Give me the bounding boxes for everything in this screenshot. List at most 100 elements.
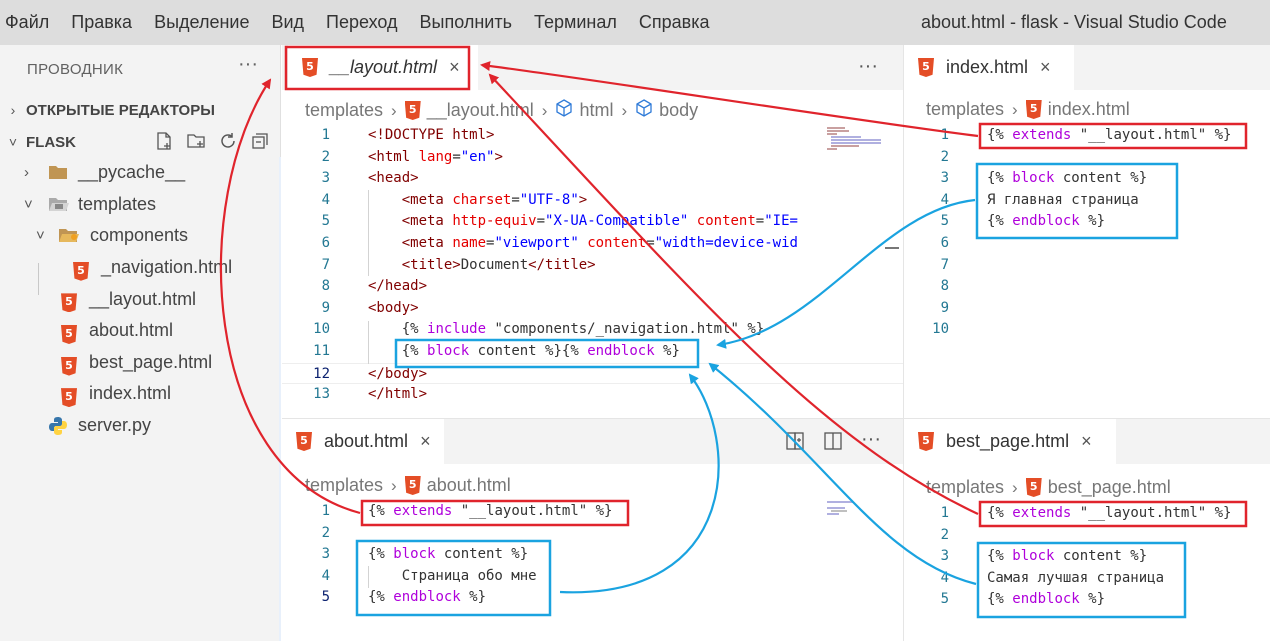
close-icon[interactable]: × xyxy=(1040,57,1051,78)
breadcrumb: templates › 5 __layout.html › html › bod… xyxy=(305,99,698,122)
window-title: about.html - flask - Visual Studio Code xyxy=(921,12,1227,32)
breadcrumb: templates › 5 about.html xyxy=(305,475,511,496)
tab-index[interactable]: 5 index.html × xyxy=(904,45,1074,90)
menu-bar: Файл Правка Выделение Вид Переход Выполн… xyxy=(0,0,1270,45)
tree-item-label: index.html xyxy=(89,383,172,404)
minimap[interactable] xyxy=(827,127,883,151)
more-actions-button[interactable]: ··· xyxy=(858,55,878,78)
tree-item-server[interactable]: server.py xyxy=(0,410,281,442)
editor-group-about: 5 about.html × ··· templates › 5 about.h… xyxy=(282,419,903,641)
tree-item-label: __layout.html xyxy=(89,288,197,309)
html5-icon: 5 xyxy=(918,432,934,451)
crumb-templates[interactable]: templates xyxy=(926,477,1004,498)
project-section[interactable]: ˅ FLASK xyxy=(0,127,281,157)
crumb-html[interactable]: html xyxy=(579,100,613,121)
code-line: 8 </head> xyxy=(321,278,428,295)
code-editor[interactable]: 1 {% extends "__layout.html" %} 2 3 {% blo… xyxy=(282,501,903,609)
chevron-right-icon: › xyxy=(24,164,29,182)
chevron-right-icon: › xyxy=(1012,477,1018,497)
html5-icon: 5 xyxy=(1025,100,1042,119)
breadcrumb: templates › 5 index.html xyxy=(926,99,1130,120)
menu-go[interactable]: Переход xyxy=(315,12,409,33)
code-line: 1 <!DOCTYPE html> xyxy=(321,127,495,143)
html5-icon: 5 xyxy=(61,384,77,408)
refresh-icon[interactable] xyxy=(217,130,239,152)
chevron-right-icon: › xyxy=(1012,99,1018,119)
tree-item-label: templates xyxy=(78,193,157,214)
tab-layout[interactable]: 5 __layout.html × xyxy=(288,45,478,90)
html5-icon: 5 xyxy=(61,353,77,376)
close-icon[interactable]: × xyxy=(420,431,431,452)
menu-view[interactable]: Вид xyxy=(260,12,315,33)
crumb-file[interactable]: best_page.html xyxy=(1048,477,1171,498)
code-editor[interactable]: 1 <!DOCTYPE html> 2 <html lang="en"> 3 <hea… xyxy=(282,125,903,406)
html5-icon: 5 xyxy=(404,476,421,495)
folder-icon xyxy=(48,163,68,186)
tree-item-best-page[interactable]: 5 best_page.html xyxy=(0,347,281,379)
code-line: 10 {% include "components/_navigation.ht… xyxy=(313,321,765,338)
crumb-templates[interactable]: templates xyxy=(305,100,383,121)
tab-bar: 5 about.html × ··· xyxy=(282,419,903,464)
html5-icon: 5 xyxy=(302,58,318,77)
code-editor[interactable]: 1 {% extends "__layout.html" %} 2 3 {% blo… xyxy=(904,125,1270,341)
open-editors-section[interactable]: › ОТКРЫТЫЕ РЕДАКТОРЫ xyxy=(0,95,281,125)
crumb-body[interactable]: body xyxy=(659,100,698,121)
menu-file[interactable]: Файл xyxy=(0,12,60,33)
tab-about[interactable]: 5 about.html × xyxy=(282,419,444,464)
menu-selection[interactable]: Выделение xyxy=(143,12,260,33)
tree-item-about[interactable]: 5 about.html xyxy=(0,315,281,347)
tab-best-page[interactable]: 5 best_page.html × xyxy=(904,419,1116,464)
crumb-file[interactable]: index.html xyxy=(1048,99,1130,120)
crumb-file[interactable]: about.html xyxy=(427,475,511,496)
code-editor[interactable]: 1 {% extends "__layout.html" %} 2 3 {% blo… xyxy=(904,503,1270,611)
tree-item-pycache[interactable]: › __pycache__ xyxy=(0,157,281,189)
minimap[interactable] xyxy=(827,501,883,516)
chevron-right-icon: › xyxy=(541,100,548,120)
html5-icon: 5 xyxy=(1025,478,1042,497)
tree-item-label: server.py xyxy=(78,415,152,436)
menu-terminal[interactable]: Терминал xyxy=(523,12,628,33)
breadcrumb: templates › 5 best_page.html xyxy=(926,477,1171,498)
open-changes-icon[interactable] xyxy=(785,431,805,457)
indent-guide xyxy=(368,190,369,276)
editor-group-index: 5 index.html × templates › 5 index.html … xyxy=(904,45,1270,418)
crumb-templates[interactable]: templates xyxy=(305,475,383,496)
new-file-icon[interactable] xyxy=(153,130,175,152)
tree-item-components[interactable]: ˅ components xyxy=(0,220,281,252)
folder-open-icon xyxy=(48,195,70,218)
tree-item-navigation[interactable]: 5 _navigation.html xyxy=(0,252,281,284)
tree-item-label: __pycache__ xyxy=(78,162,186,183)
tree-item-index[interactable]: 5 index.html xyxy=(0,378,281,410)
new-folder-icon[interactable] xyxy=(185,130,207,152)
menu-help[interactable]: Справка xyxy=(628,12,721,33)
explorer-more-button[interactable]: ··· xyxy=(238,53,258,76)
tab-bar: 5 index.html × xyxy=(904,45,1270,90)
close-icon[interactable]: × xyxy=(449,57,460,78)
chevron-down-icon: ˅ xyxy=(36,227,45,245)
indent-guide xyxy=(368,566,369,588)
tab-bar: 5 best_page.html × xyxy=(904,419,1270,464)
menu-run[interactable]: Выполнить xyxy=(409,12,523,33)
tree-item-label: best_page.html xyxy=(89,351,213,372)
more-actions-button[interactable]: ··· xyxy=(861,428,881,457)
code-line: 4 <meta charset="UTF-8"> xyxy=(321,191,588,208)
chevron-right-icon: › xyxy=(391,475,397,495)
tab-label: index.html xyxy=(946,57,1029,77)
code-line: 9 <body> xyxy=(321,299,419,316)
split-editor-icon[interactable] xyxy=(823,431,843,457)
cube-icon xyxy=(555,99,573,122)
collapse-all-icon[interactable] xyxy=(249,130,271,152)
open-editors-label: ОТКРЫТЫЕ РЕДАКТОРЫ xyxy=(26,101,215,119)
crumb-file[interactable]: __layout.html xyxy=(427,100,534,121)
close-icon[interactable]: × xyxy=(1081,431,1092,452)
menu-edit[interactable]: Правка xyxy=(60,12,143,33)
chevron-right-icon: › xyxy=(621,100,628,120)
crumb-templates[interactable]: templates xyxy=(926,99,1004,120)
folder-open-icon xyxy=(58,226,82,249)
tree-item-templates[interactable]: ˅ templates xyxy=(0,189,281,221)
html5-icon: 5 xyxy=(61,321,77,344)
editor-group-layout: 5 __layout.html × ··· templates › 5 __la… xyxy=(282,45,903,418)
tree-item-layout[interactable]: 5 __layout.html xyxy=(0,283,281,315)
python-icon xyxy=(48,416,68,441)
explorer-title: ПРОВОДНИК xyxy=(27,61,124,78)
